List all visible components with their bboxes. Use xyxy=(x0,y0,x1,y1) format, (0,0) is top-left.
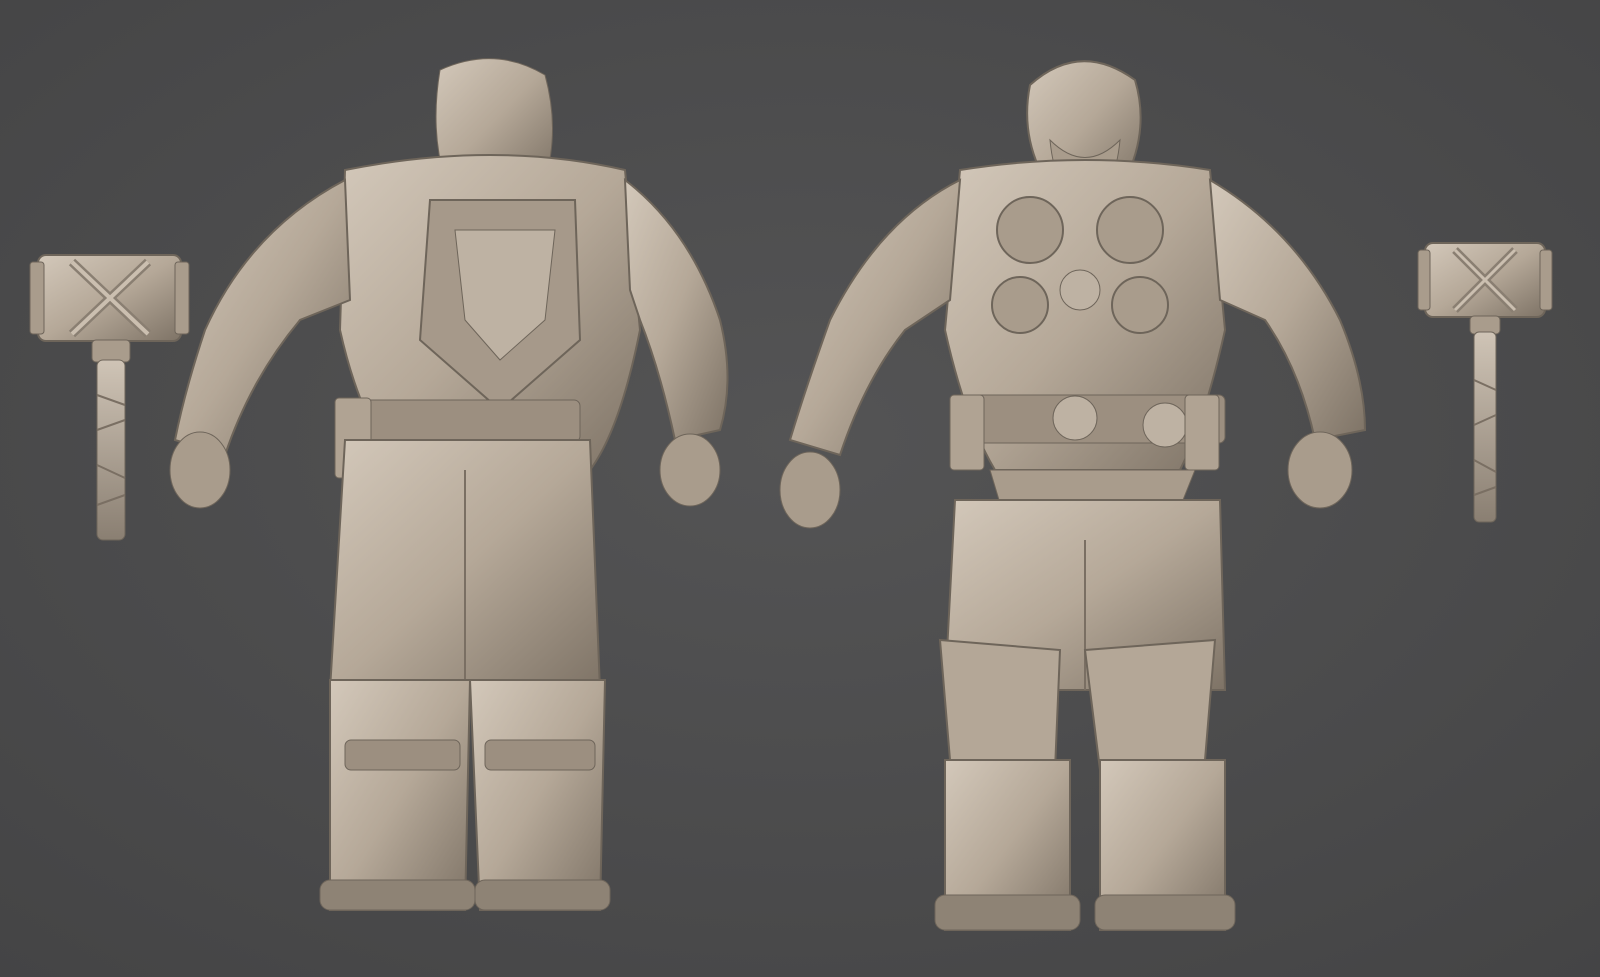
sculpt-turnaround-canvas xyxy=(0,0,1600,977)
